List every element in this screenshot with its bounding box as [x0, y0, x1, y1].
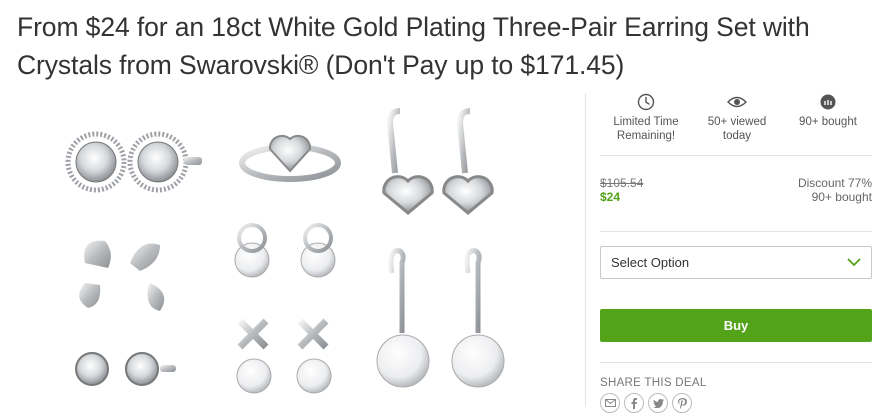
- pearl-stud-earrings: [234, 223, 336, 394]
- stat-bought-label: 90+ bought: [799, 116, 857, 128]
- facebook-icon[interactable]: [624, 393, 644, 413]
- pearl-drop-earrings: [376, 248, 505, 388]
- pinterest-icon[interactable]: [672, 393, 692, 413]
- heart-drop-earrings: [382, 108, 494, 215]
- divider: [600, 231, 872, 232]
- stat-bought: 90+ bought: [788, 93, 868, 155]
- bought-count: 90+ bought: [811, 190, 872, 204]
- butterfly-earrings: [79, 240, 165, 311]
- buy-button[interactable]: Buy: [600, 309, 872, 342]
- discount-percent: Discount 77%: [797, 176, 872, 190]
- share-title: SHARE THIS DEAL: [600, 377, 707, 389]
- stat-limited-time-label: Limited Time Remaining!: [613, 116, 679, 142]
- original-price: $105.54: [600, 176, 644, 190]
- product-image[interactable]: [0, 93, 585, 407]
- deal-stats: Limited Time Remaining! 50+ viewed today…: [600, 93, 872, 155]
- clock-icon: [637, 93, 655, 111]
- deal-sidebar: Limited Time Remaining! 50+ viewed today…: [600, 93, 872, 413]
- email-icon[interactable]: [600, 393, 620, 413]
- deal-title: From $24 for an 18ct White Gold Plating …: [17, 12, 810, 80]
- option-select-label: Select Option: [611, 255, 690, 270]
- column-divider: [585, 93, 586, 407]
- stat-viewed: 50+ viewed today: [697, 93, 777, 155]
- price-row: $105.54 $24 Discount 77% 90+ bought: [600, 156, 872, 231]
- deal-price: $24: [600, 190, 621, 204]
- option-select[interactable]: Select Option: [600, 246, 872, 279]
- bought-bag-icon: [820, 94, 836, 110]
- divider: [600, 362, 872, 363]
- solitaire-stud-earrings: [75, 352, 176, 386]
- heart-ring: [239, 134, 341, 182]
- eye-icon: [727, 96, 747, 108]
- chevron-down-icon: [847, 258, 861, 267]
- halo-stud-earrings: [65, 131, 202, 193]
- stat-limited-time: Limited Time Remaining!: [606, 93, 686, 155]
- twitter-icon[interactable]: [648, 393, 668, 413]
- share-icons: [600, 393, 872, 413]
- stat-viewed-label: 50+ viewed today: [707, 116, 767, 142]
